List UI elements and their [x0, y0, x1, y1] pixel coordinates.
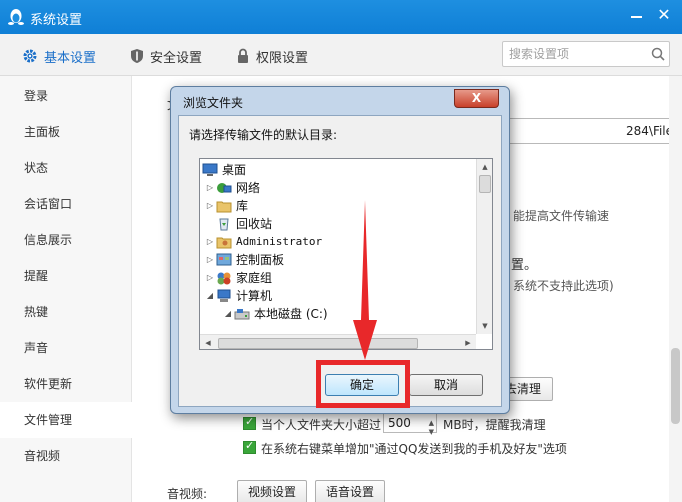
user-folder-icon [216, 237, 232, 249]
expand-arrow-icon[interactable]: ▷ [204, 269, 216, 287]
size-limit-stepper[interactable]: 500 ▲ ▼ [383, 413, 437, 436]
expand-arrow-icon[interactable]: ▷ [204, 197, 216, 215]
tab-permission-settings[interactable]: 权限设置 [236, 45, 308, 67]
tree-vertical-scrollbar[interactable]: ▲ ▼ [476, 159, 492, 334]
size-reminder-label: 当个人文件夹大小超过 [261, 418, 382, 432]
shield-icon [131, 49, 143, 63]
settings-hint: 置。 [511, 258, 538, 273]
tab-label: 安全设置 [150, 50, 203, 66]
homegroup-icon [217, 272, 231, 285]
recycle-bin-icon [219, 218, 229, 231]
minimize-button[interactable] [630, 6, 644, 20]
sidebar-item-info-display[interactable]: 信息展示 [0, 222, 132, 258]
tab-basic-settings[interactable]: 基本设置 [22, 45, 96, 67]
audio-settings-button[interactable]: 语音设置 [315, 480, 385, 502]
collapse-arrow-icon[interactable]: ◢ [222, 305, 234, 323]
annotation-highlight-box [316, 360, 410, 408]
window-title: 系统设置 [30, 13, 83, 28]
search-icon[interactable] [651, 47, 665, 61]
sidebar-item-main-panel[interactable]: 主面板 [0, 114, 132, 150]
folder-tree: 桌面 ▷ 网络 ▷ 库 回收站 ▷ Administrator ▷ 控制面板 ▷… [199, 158, 493, 350]
control-panel-icon [216, 253, 232, 266]
scroll-right-icon[interactable]: ▶ [460, 335, 476, 349]
collapse-arrow-icon[interactable]: ◢ [204, 287, 216, 305]
sidebar-item-login[interactable]: 登录 [0, 78, 132, 114]
tree-item-network[interactable]: ▷ 网络 [204, 179, 260, 197]
sidebar-item-audio-video[interactable]: 音视频 [0, 438, 132, 474]
expand-arrow-icon[interactable]: ▷ [204, 179, 216, 197]
content-scrollbar[interactable] [669, 76, 682, 502]
size-reminder-checkbox[interactable] [243, 415, 256, 430]
scroll-up-icon[interactable]: ▲ [477, 159, 492, 175]
tree-item-control-panel[interactable]: ▷ 控制面板 [204, 251, 284, 269]
qq-penguin-icon [8, 9, 24, 25]
sidebar-item-reminder[interactable]: 提醒 [0, 258, 132, 294]
annotation-arrow-icon [353, 200, 377, 360]
video-settings-button[interactable]: 视频设置 [237, 480, 307, 502]
network-icon [217, 183, 232, 193]
sidebar-item-software-update[interactable]: 软件更新 [0, 366, 132, 402]
sidebar: 登录 主面板 状态 会话窗口 信息展示 提醒 热键 声音 软件更新 文件管理 音… [0, 76, 132, 502]
close-button[interactable]: ✕ [655, 6, 673, 24]
context-menu-label: 在系统右键菜单增加"通过QQ发送到我的手机及好友"选项 [261, 442, 567, 456]
tree-item-desktop[interactable]: 桌面 [202, 161, 246, 179]
scroll-left-icon[interactable]: ◀ [200, 335, 216, 349]
scrollbar-thumb[interactable] [218, 338, 418, 349]
title-bar: 系统设置 ✕ [0, 0, 682, 34]
sidebar-item-sound[interactable]: 声音 [0, 330, 132, 366]
tree-horizontal-scrollbar[interactable]: ◀ ▶ [200, 334, 476, 349]
lock-icon [238, 48, 248, 63]
dialog-close-button[interactable]: X [454, 89, 499, 108]
size-limit-value: 500 [388, 416, 411, 430]
context-menu-checkbox[interactable] [243, 439, 256, 454]
scrollbar-thumb[interactable] [479, 175, 491, 193]
tree-item-homegroup[interactable]: ▷ 家庭组 [204, 269, 272, 287]
tree-item-local-disk-c[interactable]: ◢ 本地磁盘 (C:) [222, 305, 328, 323]
tab-security-settings[interactable]: 安全设置 [130, 45, 202, 67]
tab-label: 权限设置 [256, 50, 309, 66]
drive-icon [234, 309, 250, 320]
library-folder-icon [216, 201, 232, 213]
tree-item-recycle-bin[interactable]: 回收站 [216, 215, 272, 233]
sidebar-item-status[interactable]: 状态 [0, 150, 132, 186]
sidebar-item-chat-window[interactable]: 会话窗口 [0, 186, 132, 222]
search-input[interactable] [509, 46, 639, 62]
transfer-speed-hint: 能提高文件传输速 [513, 209, 610, 223]
audio-video-label: 音视频: [167, 487, 208, 501]
download-path-field[interactable]: 284\FileRecv\ [493, 118, 682, 144]
unsupported-hint: 系统不支持此选项) [513, 279, 614, 293]
computer-icon [217, 289, 231, 302]
scroll-down-icon[interactable]: ▼ [477, 318, 492, 334]
search-box [502, 41, 670, 67]
expand-arrow-icon[interactable]: ▷ [204, 233, 216, 251]
tree-item-computer[interactable]: ◢ 计算机 [204, 287, 272, 305]
dialog-title: 浏览文件夹 [183, 96, 244, 110]
sidebar-item-file-management[interactable]: 文件管理 [0, 402, 132, 438]
tree-item-library[interactable]: ▷ 库 [204, 197, 248, 215]
stepper-down-icon[interactable]: ▼ [429, 423, 434, 441]
desktop-icon [202, 163, 218, 176]
tab-label: 基本设置 [44, 50, 97, 66]
size-reminder-suffix: MB时，提醒我清理 [443, 418, 546, 432]
cancel-button[interactable]: 取消 [409, 374, 483, 396]
expand-arrow-icon[interactable]: ▷ [204, 251, 216, 269]
tree-item-administrator[interactable]: ▷ Administrator [204, 233, 322, 251]
dialog-prompt: 请选择传输文件的默认目录: [189, 128, 338, 142]
sidebar-item-hotkeys[interactable]: 热键 [0, 294, 132, 330]
scrollbar-thumb[interactable] [671, 348, 680, 424]
tab-bar: 基本设置 安全设置 权限设置 [0, 34, 682, 76]
gear-icon [23, 49, 37, 63]
